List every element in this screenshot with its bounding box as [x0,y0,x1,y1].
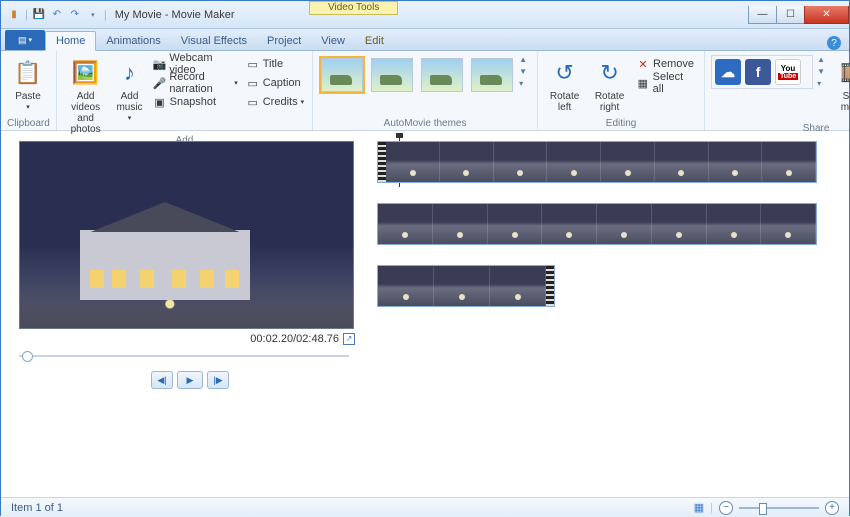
save-movie-icon: 🎞️ [838,57,850,89]
title-icon: ▭ [246,57,260,71]
share-down-icon[interactable]: ▼ [817,67,829,76]
caption-button[interactable]: ▭Caption [244,74,306,92]
zoom-in-button[interactable]: + [825,501,839,515]
window-title: My Movie - Movie Maker [115,9,235,21]
tab-animations[interactable]: Animations [96,32,170,50]
group-clipboard: 📋Paste▾ Clipboard [1,51,57,130]
add-music-button[interactable]: ♪Add music▾ [112,55,146,123]
rotate-left-icon: ↺ [549,57,581,89]
help-icon[interactable]: ? [827,36,841,50]
paste-icon: 📋 [12,57,44,89]
status-item-count: Item 1 of 1 [11,502,63,514]
workarea: 00:02.20/02:48.76↗ ◀| ▶ |▶ [1,131,849,497]
paste-button[interactable]: 📋Paste▾ [7,55,49,112]
select-all-icon: ▦ [636,76,650,90]
theme-1[interactable] [321,58,363,92]
tab-visual-effects[interactable]: Visual Effects [171,32,257,50]
tab-project[interactable]: Project [257,32,311,50]
theme-up-icon[interactable]: ▲ [519,55,531,64]
theme-down-icon[interactable]: ▼ [519,67,531,76]
add-videos-button[interactable]: 🖼️Add videos and photos [63,55,109,135]
tab-edit[interactable]: Edit [355,32,394,50]
theme-3[interactable] [421,58,463,92]
share-more-icon[interactable]: ▾ [817,79,829,88]
statusbar: Item 1 of 1 ▦ | − + [1,497,849,517]
contextual-tab-label: Video Tools [309,1,398,15]
zoom-slider[interactable] [739,507,819,509]
preview-monitor[interactable] [19,141,354,329]
file-icon: ▤ [18,35,27,46]
webcam-icon: 📷 [153,57,167,71]
preview-pane: 00:02.20/02:48.76↗ ◀| ▶ |▶ [1,131,371,497]
snapshot-icon: ▣ [153,95,167,109]
redo-icon[interactable]: ↷ [68,8,82,22]
timecode: 00:02.20/02:48.76↗ [19,329,361,345]
clip-row[interactable] [377,203,817,245]
rotate-right-button[interactable]: ↻Rotate right [589,55,630,113]
remove-icon: ✕ [636,57,650,71]
close-button[interactable]: ✕ [804,6,849,24]
titlebar: ▮ | 💾 ↶ ↷ ▾ | My Movie - Movie Maker Vid… [1,1,849,29]
save-icon[interactable]: 💾 [32,8,46,22]
credits-icon: ▭ [246,95,260,109]
rotate-right-icon: ↻ [594,57,626,89]
facebook-icon[interactable]: f [745,59,771,85]
snapshot-button[interactable]: ▣Snapshot [151,93,240,111]
share-up-icon[interactable]: ▲ [817,55,829,64]
caption-icon: ▭ [246,76,260,90]
undo-icon[interactable]: ↶ [50,8,64,22]
mic-icon: 🎤 [153,76,167,90]
skydrive-icon[interactable]: ☁ [715,59,741,85]
title-button[interactable]: ▭Title [244,55,306,73]
clip-row[interactable] [377,265,555,307]
tab-view[interactable]: View [311,32,355,50]
fullscreen-icon[interactable]: ↗ [343,333,355,345]
music-icon: ♪ [114,57,146,89]
group-add: 🖼️Add videos and photos ♪Add music▾ 📷Web… [57,51,313,130]
group-editing: ↺Rotate left ↻Rotate right ✕Remove ▦Sele… [538,51,705,130]
maximize-button[interactable]: ☐ [776,6,805,24]
theme-2[interactable] [371,58,413,92]
tab-home[interactable]: Home [45,31,96,51]
zoom-out-button[interactable]: − [719,501,733,515]
select-all-button[interactable]: ▦Select all [634,74,698,92]
next-frame-button[interactable]: |▶ [207,371,229,389]
group-share: ☁ f YouTube ▲▼▾ 🎞️Save movie▾ 👤Sign in S… [705,51,850,130]
add-media-icon: 🖼️ [70,57,102,89]
clip-row[interactable] [377,141,817,183]
minimize-button[interactable]: — [748,6,777,24]
app-icon: ▮ [7,8,21,22]
prev-frame-button[interactable]: ◀| [151,371,173,389]
rotate-left-button[interactable]: ↺Rotate left [544,55,585,113]
theme-4[interactable] [471,58,513,92]
credits-button[interactable]: ▭Credits▾ [244,93,306,111]
qat-dropdown-icon[interactable]: ▾ [86,8,100,22]
group-themes: ▲ ▼ ▾ AutoMovie themes [313,51,538,130]
save-movie-button[interactable]: 🎞️Save movie▾ [833,55,850,123]
ribbon: 📋Paste▾ Clipboard 🖼️Add videos and photo… [1,51,849,131]
ribbon-tabs: ▤▾ Home Animations Visual Effects Projec… [1,29,849,51]
play-button[interactable]: ▶ [177,371,203,389]
file-tab[interactable]: ▤▾ [5,30,45,50]
theme-more-icon[interactable]: ▾ [519,79,531,88]
timeline-pane [371,131,849,497]
narration-button[interactable]: 🎤Record narration▾ [151,74,240,92]
thumbnail-view-icon[interactable]: ▦ [694,501,704,514]
preview-scrubber[interactable] [19,351,349,361]
youtube-icon[interactable]: YouTube [775,59,801,85]
quick-access-toolbar: ▮ | 💾 ↶ ↷ ▾ | [1,8,107,22]
